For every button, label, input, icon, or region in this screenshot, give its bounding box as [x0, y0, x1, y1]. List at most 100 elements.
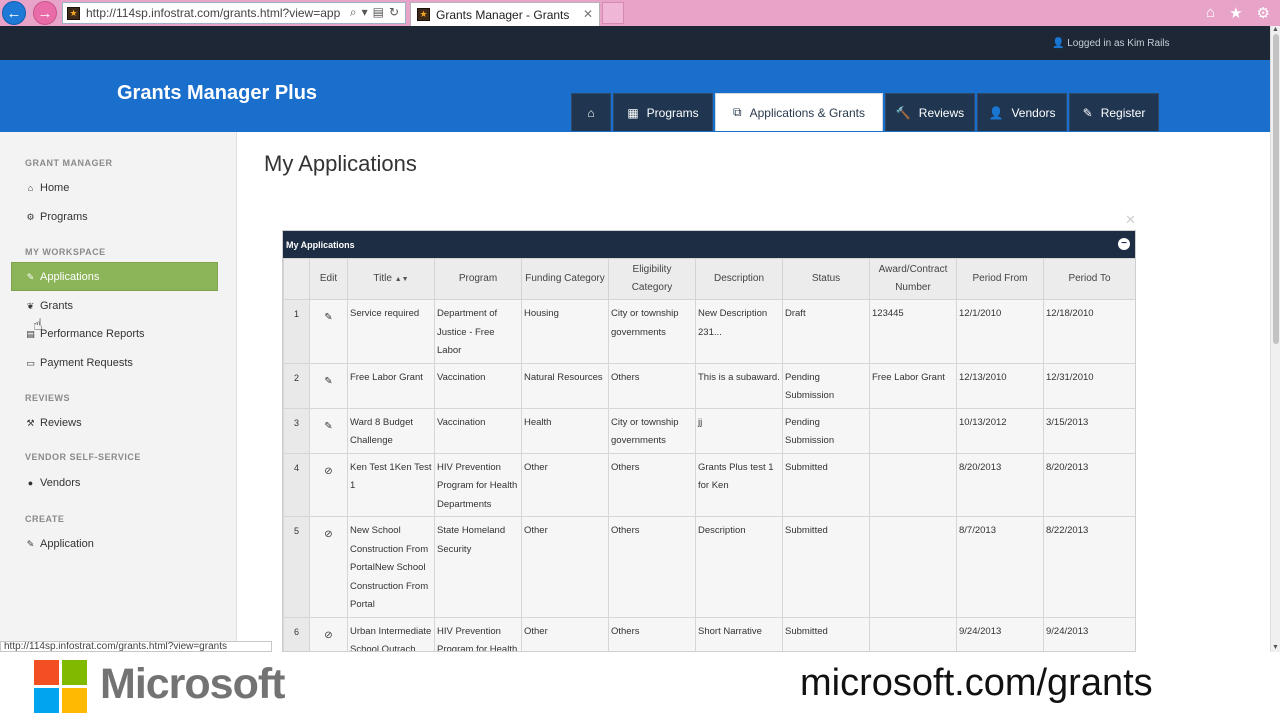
column-header-period-from[interactable]: Period From — [956, 258, 1044, 300]
page-scrollbar[interactable]: ▲ ▼ — [1270, 26, 1280, 652]
column-header-period-to[interactable]: Period To — [1043, 258, 1135, 300]
column-header-description[interactable]: Description — [695, 258, 783, 300]
sidebar-item-label: Reviews — [40, 417, 82, 429]
home-icon[interactable]: ⌂ — [1206, 4, 1215, 22]
table-row[interactable]: 6 ⊘ Urban Intermediate School Outrach HIV P… — [283, 616, 1135, 651]
table-row[interactable]: 2 ✎ Free Labor Grant Vaccination Natural Res… — [283, 362, 1135, 409]
sidebar-item-reviews[interactable]: ⚒ Reviews — [26, 415, 82, 431]
nav-programs[interactable]: ▦ Programs — [613, 93, 713, 131]
search-icon[interactable]: ⌕ — [350, 5, 357, 20]
user-icon: 👤 — [1052, 38, 1065, 49]
nav-reviews[interactable]: 🔨 Reviews — [885, 93, 975, 131]
home-icon: ⌂ — [27, 183, 34, 193]
nav-applications-label: Applications & Grants — [749, 105, 865, 120]
sidebar-item-label: Applications — [40, 271, 100, 283]
forward-button[interactable]: → — [33, 1, 57, 25]
cell-row-number: 4 — [283, 452, 310, 517]
compat-view-icon[interactable]: ▤ — [373, 5, 384, 20]
close-icon[interactable]: ✕ — [1125, 212, 1136, 228]
leaf-icon: ❦ — [26, 300, 35, 311]
scroll-thumb[interactable] — [1273, 34, 1279, 344]
nav-vendors-label: Vendors — [1011, 105, 1056, 120]
ban-icon[interactable]: ⊘ — [324, 630, 332, 641]
tab-close-icon[interactable]: ✕ — [583, 7, 593, 21]
ban-icon[interactable]: ⊘ — [324, 466, 332, 477]
column-header-number — [283, 258, 310, 300]
copy-icon: ⧉ — [733, 105, 742, 119]
nav-home[interactable]: ⌂ — [571, 93, 611, 131]
cell-program: Department of Justice - Free Labor — [434, 299, 522, 364]
table-row[interactable]: 4 ⊘ Ken Test 1Ken Test 1 HIV Prevention Pro… — [283, 452, 1135, 517]
cell-row-number: 5 — [283, 516, 310, 618]
scroll-down-icon[interactable]: ▼ — [1272, 644, 1279, 651]
cell-award-number: Free Labor Grant — [869, 362, 957, 409]
sidebar-item-payment-requests[interactable]: ▭ Payment Requests — [26, 355, 133, 371]
sidebar-item-label: Performance Reports — [40, 328, 145, 340]
address-bar[interactable]: http://114sp.infostrat.com/grants.html?v… — [62, 2, 406, 24]
column-header-eligibility-category[interactable]: Eligibility Category — [608, 258, 696, 300]
sidebar-item-vendors[interactable]: ● Vendors — [26, 475, 81, 491]
ban-icon[interactable]: ⊘ — [324, 529, 332, 540]
cell-title: New School Construction From PortalNew S… — [347, 516, 435, 618]
cell-eligibility-category: City or township governments — [608, 407, 696, 454]
back-button[interactable]: ← — [2, 1, 26, 25]
sidebar-item-applications[interactable]: ✎ Applications — [26, 269, 100, 285]
nav-applications-grants[interactable]: ⧉ Applications & Grants — [715, 93, 883, 131]
browser-chrome: ← → http://114sp.infostrat.com/grants.ht… — [0, 0, 1280, 26]
pencil-icon[interactable]: ✎ — [324, 376, 332, 387]
pencil-icon: ✎ — [26, 271, 35, 282]
sidebar: GRANT MANAGER ⌂ Home ⚙ Programs MY WORKSPA… — [0, 132, 237, 652]
cell-period-to: 8/22/2013 — [1043, 516, 1135, 618]
cell-status: Submitted — [782, 616, 870, 651]
sidebar-section-reviews: REVIEWS — [25, 393, 71, 403]
cell-eligibility-category: Others — [608, 516, 696, 618]
cell-period-from: 9/24/2013 — [956, 616, 1044, 651]
nav-vendors[interactable]: 👤 Vendors — [977, 93, 1067, 131]
table-row[interactable]: 5 ⊘ New School Construction From PortalNew… — [283, 516, 1135, 618]
table-row[interactable]: 3 ✎ Ward 8 Budget Challenge Vaccination Heal… — [283, 407, 1135, 454]
column-header-title[interactable]: Title ▲▼ — [347, 258, 435, 300]
app-header: Grants Manager Plus ⌂ ▦ Programs ⧉ Applica… — [0, 60, 1270, 132]
column-header-award-number[interactable]: Award/Contract Number — [869, 258, 957, 300]
cell-edit: ⊘ — [309, 616, 348, 651]
new-tab-button[interactable] — [602, 2, 624, 24]
microsoft-wordmark: Microsoft — [100, 660, 285, 708]
cell-row-number: 6 — [283, 616, 310, 651]
cell-description: Grants Plus test 1 for Ken — [695, 452, 783, 517]
refresh-icon[interactable]: ↻ — [389, 5, 399, 20]
sidebar-section-my-workspace: MY WORKSPACE — [25, 247, 106, 257]
sidebar-item-home[interactable]: ⌂ Home — [26, 180, 70, 196]
browser-tab[interactable]: Grants Manager - Grants ✕ — [410, 2, 600, 26]
pencil-icon[interactable]: ✎ — [324, 421, 332, 432]
arrow-left-icon: ← — [6, 4, 22, 22]
top-bar: 👤 Logged in as Kim Rails — [0, 26, 1270, 60]
sidebar-item-performance-reports[interactable]: ▤ Performance Reports — [26, 326, 145, 342]
cell-title: Ken Test 1Ken Test 1 — [347, 452, 435, 517]
address-text[interactable]: http://114sp.infostrat.com/grants.html?v… — [86, 6, 341, 20]
cell-eligibility-category: Others — [608, 616, 696, 651]
cell-status: Draft — [782, 299, 870, 364]
applications-panel: My Applications − Edit Title ▲▼ Program … — [282, 230, 1136, 652]
settings-gear-icon[interactable]: ⚙ — [1257, 4, 1270, 22]
nav-register[interactable]: ✎ Register — [1069, 93, 1159, 131]
cell-description: New Description 231... — [695, 299, 783, 364]
sidebar-item-application[interactable]: ✎ Application — [26, 536, 94, 552]
table-row[interactable]: 1 ✎ Service required Department of Justice … — [283, 299, 1135, 364]
sidebar-item-programs[interactable]: ⚙ Programs — [26, 209, 87, 225]
pencil-icon[interactable]: ✎ — [324, 312, 332, 323]
column-header-program[interactable]: Program — [434, 258, 522, 300]
edit-icon: ✎ — [1082, 105, 1093, 120]
collapse-icon[interactable]: − — [1118, 238, 1130, 250]
sidebar-item-grants[interactable]: ❦ Grants — [26, 298, 73, 314]
grid-icon: ▦ — [627, 105, 639, 120]
column-header-funding-category[interactable]: Funding Category — [521, 258, 609, 300]
panel-title: My Applications — [286, 239, 355, 250]
app-brand[interactable]: Grants Manager Plus — [117, 82, 317, 105]
column-header-status[interactable]: Status — [782, 258, 870, 300]
favorites-star-icon[interactable]: ★ — [1229, 4, 1242, 22]
dropdown-icon[interactable]: ▾ — [362, 5, 368, 20]
scroll-up-icon[interactable]: ▲ — [1272, 26, 1279, 33]
microsoft-footer: Microsoft microsoft.com/grants — [0, 652, 1280, 720]
cell-description: Description — [695, 516, 783, 618]
gavel-icon: 🔨 — [895, 105, 911, 120]
